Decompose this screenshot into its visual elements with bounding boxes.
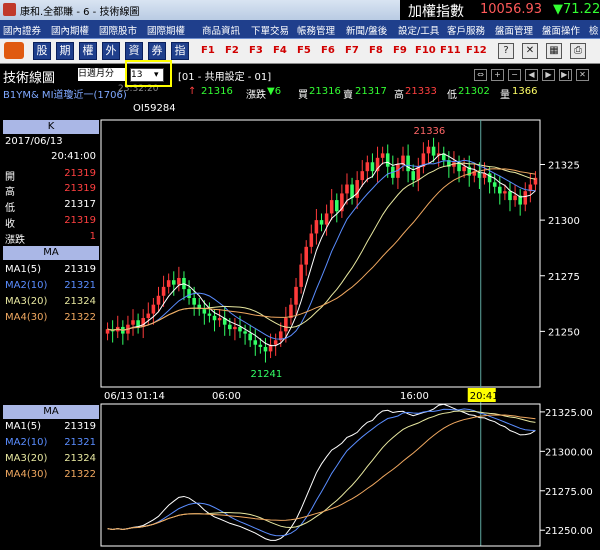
sub-plot-frame	[100, 403, 541, 547]
y-tick-label: 21250	[548, 327, 580, 338]
candle-body	[171, 280, 176, 285]
cursor-time-label: 20:41	[470, 391, 499, 402]
candle-body	[299, 264, 303, 287]
main-plot-frame	[100, 119, 541, 388]
candle-body	[151, 304, 156, 314]
ma-line-3	[107, 162, 536, 331]
y-tick-label: 21250.00	[545, 526, 593, 537]
candle-body	[365, 162, 370, 172]
y-tick-label: 21275.00	[545, 487, 593, 498]
x-tick-label: 06/13 01:14	[104, 391, 165, 402]
candle-body	[238, 326, 242, 332]
candle-body	[431, 146, 436, 156]
candle-body	[146, 313, 151, 319]
candle-body	[228, 324, 232, 330]
candle-body	[156, 295, 161, 305]
candle-body	[334, 200, 339, 212]
max-price-label: 21336	[413, 126, 445, 137]
candle-body	[207, 313, 212, 316]
ma-line-2	[107, 159, 536, 340]
candle-body	[248, 333, 252, 341]
candle-body	[370, 162, 375, 172]
sub-ma-line-4	[107, 414, 536, 530]
candle-body	[355, 180, 359, 198]
candle-body	[416, 166, 421, 181]
y-tick-label: 21325.00	[545, 408, 593, 419]
candle-body	[243, 331, 247, 334]
sub-ma-line-1	[107, 403, 536, 541]
candle-body	[161, 286, 166, 296]
candle-body	[177, 277, 181, 285]
y-tick-label: 21275	[548, 272, 580, 283]
candle-body	[202, 309, 207, 314]
y-tick-label: 21300.00	[545, 447, 593, 458]
candle-body	[360, 171, 365, 181]
candle-body	[258, 344, 263, 347]
candle-body	[513, 195, 517, 201]
sub-ma-line-2	[107, 408, 536, 537]
x-tick-label: 16:00	[400, 391, 429, 402]
min-price-label: 21241	[250, 369, 282, 380]
candle-body	[217, 318, 222, 321]
candle-body	[233, 326, 237, 330]
candle-body	[345, 184, 349, 194]
candle-body	[263, 346, 268, 352]
ma-line-4	[107, 168, 536, 331]
candle-body	[406, 155, 410, 172]
candle-body	[498, 186, 502, 194]
candle-body	[523, 191, 528, 205]
y-tick-label: 21325	[548, 161, 580, 172]
candle-body	[492, 182, 497, 187]
candle-body	[508, 191, 512, 201]
candle-body	[304, 246, 309, 265]
candle-body	[273, 340, 278, 345]
candle-body	[166, 280, 171, 287]
candle-body	[462, 166, 466, 172]
candle-body	[314, 220, 319, 234]
ma-line-1	[107, 153, 536, 347]
y-tick-label: 21300	[548, 216, 580, 227]
candle-body	[309, 233, 314, 247]
candle-body	[131, 320, 135, 325]
candle-body	[385, 153, 390, 167]
candle-body	[319, 220, 324, 225]
candle-body	[294, 286, 298, 305]
candle-body	[503, 191, 507, 194]
candle-body	[253, 340, 258, 345]
x-tick-label: 06:00	[212, 391, 241, 402]
candle-body	[380, 153, 385, 158]
candle-body	[324, 213, 329, 225]
candle-body	[187, 289, 191, 298]
candle-body	[411, 171, 415, 181]
price-chart[interactable]: 21250 21275 21300 21325 21336 21241 06/13 01:1…	[0, 0, 600, 550]
candle-body	[284, 318, 288, 332]
candle-body	[212, 315, 217, 321]
candle-body	[426, 146, 431, 154]
candle-body	[329, 200, 334, 214]
candle-body	[192, 298, 196, 305]
